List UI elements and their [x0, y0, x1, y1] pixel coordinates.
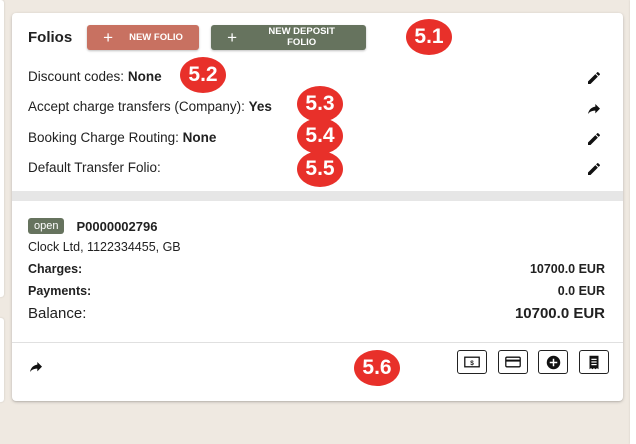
adjacent-panel-edge	[0, 0, 4, 297]
charge-routing-row: Booking Charge Routing: None	[28, 130, 216, 145]
default-transfer-label: Default Transfer Folio:	[28, 160, 161, 175]
default-transfer-row: Default Transfer Folio:	[28, 160, 161, 175]
edit-default-transfer-pencil-icon[interactable]	[586, 161, 602, 177]
plus-icon: +	[103, 27, 114, 47]
payments-line: Payments: 0.0 EUR	[28, 284, 605, 298]
svg-text:$: $	[470, 360, 474, 367]
balance-value: 10700.0 EUR	[514, 305, 605, 322]
new-folio-label: NEW FOLIO	[129, 31, 183, 43]
section-divider	[12, 191, 623, 201]
annotation-marker: 5.2	[180, 57, 226, 93]
invoice-button[interactable]	[579, 350, 609, 374]
charge-routing-value: None	[182, 130, 217, 145]
actions-separator	[12, 342, 623, 343]
balance-label: Balance:	[28, 305, 87, 322]
folio-header: open P0000002796	[28, 218, 157, 234]
edit-routing-pencil-icon[interactable]	[586, 131, 602, 147]
folio-company: Clock Ltd, 1122334455, GB	[28, 240, 181, 254]
folios-card: Folios + NEW FOLIO + NEW DEPOSIT FOLIO D…	[12, 13, 623, 401]
charge-transfers-row: Accept charge transfers (Company): Yes	[28, 99, 272, 114]
annotation-marker: 5.3	[297, 86, 343, 122]
folio-transfer-forward-arrow-icon[interactable]	[28, 358, 44, 374]
charges-value: 10700.0 EUR	[529, 262, 605, 276]
charges-line: Charges: 10700.0 EUR	[28, 262, 605, 276]
discount-codes-row: Discount codes: None	[28, 69, 162, 84]
payments-label: Payments:	[28, 284, 92, 298]
credit-card-icon	[505, 356, 521, 368]
discount-codes-label: Discount codes:	[28, 69, 125, 84]
payments-value: 0.0 EUR	[557, 284, 605, 298]
annotation-marker: 5.1	[406, 19, 452, 55]
cash-icon: $	[464, 356, 480, 368]
plus-icon: +	[227, 27, 238, 47]
new-folio-button[interactable]: + NEW FOLIO	[87, 24, 200, 50]
charge-routing-label: Booking Charge Routing:	[28, 130, 179, 145]
discount-codes-value: None	[127, 69, 162, 84]
annotation-marker: 5.6	[354, 350, 400, 386]
folio-company-line: Clock Ltd, 1122334455, GB	[28, 240, 605, 254]
card-payment-button[interactable]	[498, 350, 528, 374]
charge-transfers-value: Yes	[248, 99, 272, 114]
folios-header: Folios + NEW FOLIO + NEW DEPOSIT FOLIO	[28, 24, 367, 50]
charges-label: Charges:	[28, 262, 83, 276]
balance-line: Balance: 10700.0 EUR	[28, 305, 605, 322]
folio-number: P0000002796	[76, 218, 158, 234]
new-deposit-folio-button[interactable]: + NEW DEPOSIT FOLIO	[211, 24, 367, 50]
adjacent-panel-edge-right	[630, 0, 636, 444]
invoice-icon	[589, 355, 599, 369]
charge-transfers-label: Accept charge transfers (Company):	[28, 99, 245, 114]
folio-status-badge: open	[28, 218, 65, 234]
folios-title: Folios	[28, 28, 73, 46]
new-deposit-folio-label: NEW DEPOSIT FOLIO	[268, 26, 335, 48]
plus-circle-icon	[546, 355, 560, 369]
cash-payment-button[interactable]: $	[457, 350, 487, 374]
edit-discount-pencil-icon[interactable]	[586, 70, 602, 86]
add-item-button[interactable]	[538, 350, 568, 374]
annotation-marker: 5.4	[297, 118, 343, 154]
adjacent-panel-edge	[0, 318, 4, 402]
charge-transfer-forward-arrow-icon[interactable]	[586, 100, 602, 116]
annotation-marker: 5.5	[297, 151, 343, 187]
